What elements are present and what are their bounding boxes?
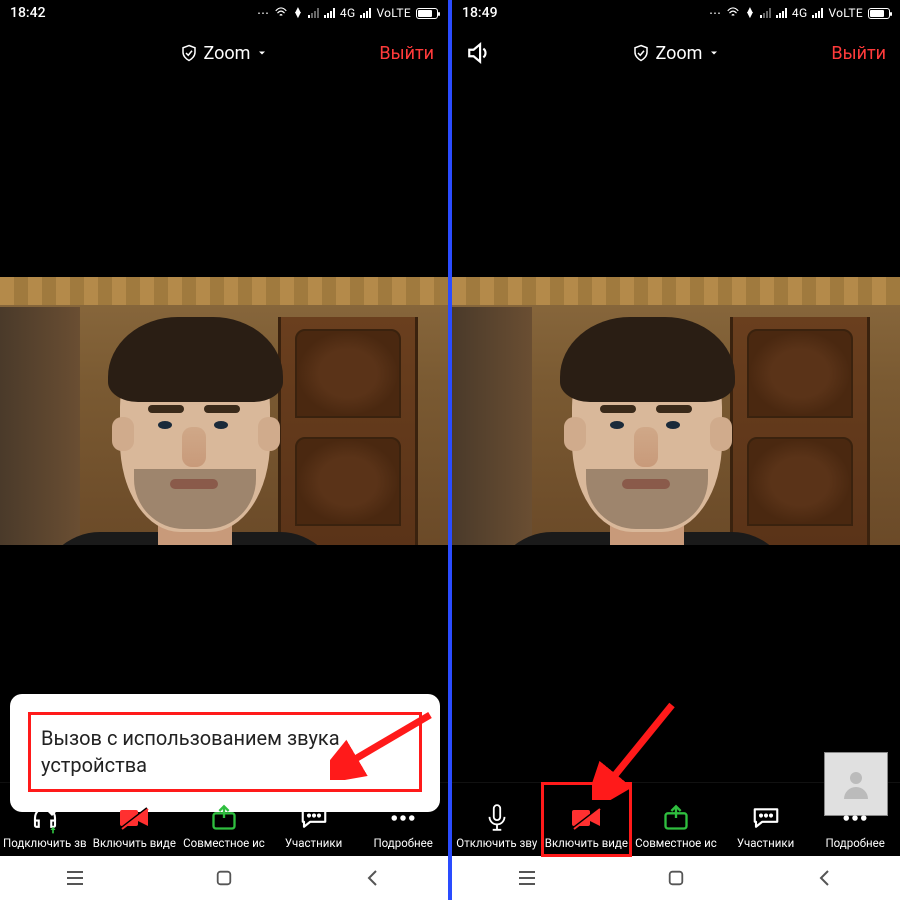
meeting-header: Zoom Выйти bbox=[452, 26, 900, 80]
nav-home-button[interactable] bbox=[209, 863, 239, 893]
status-bar: 18:42 ⋯ ▲▼ 4G VoLTE bbox=[0, 0, 448, 26]
start-video-button[interactable]: Включить виде bbox=[542, 783, 632, 856]
battery-icon bbox=[416, 8, 438, 19]
nav-back-button[interactable] bbox=[810, 863, 840, 893]
volte-label: VoLTE bbox=[828, 6, 863, 20]
battery-icon bbox=[868, 8, 890, 19]
signal-2-icon bbox=[776, 8, 787, 18]
share-icon bbox=[210, 803, 238, 833]
title-dropdown[interactable]: Zoom bbox=[546, 43, 806, 64]
meeting-header: Zoom Выйти bbox=[0, 26, 448, 80]
android-nav-bar bbox=[0, 856, 448, 900]
wifi-icon bbox=[274, 6, 288, 21]
more-indicator-icon: ⋯ bbox=[709, 6, 721, 20]
status-time: 18:42 bbox=[10, 5, 46, 21]
signal-1-icon bbox=[308, 8, 319, 18]
camera-feed bbox=[0, 277, 448, 545]
volte-label: VoLTE bbox=[376, 6, 411, 20]
chevron-down-icon bbox=[708, 47, 720, 59]
status-bar: 18:49 ⋯ ▲▼ 4G VoLTE bbox=[452, 0, 900, 26]
video-off-icon bbox=[118, 803, 150, 833]
speaker-button[interactable] bbox=[466, 40, 546, 66]
leave-button[interactable]: Выйти bbox=[354, 43, 434, 64]
mute-audio-button[interactable]: Отключить зву bbox=[452, 783, 542, 856]
android-nav-bar bbox=[452, 856, 900, 900]
share-icon bbox=[662, 803, 690, 833]
nav-recent-button[interactable] bbox=[60, 863, 90, 893]
title-text: Zoom bbox=[204, 43, 251, 64]
video-area[interactable] bbox=[452, 80, 900, 782]
chevron-down-icon bbox=[256, 47, 268, 59]
network-label: 4G bbox=[340, 6, 356, 20]
signal-3-icon bbox=[812, 8, 823, 18]
share-button[interactable]: Совместное ис bbox=[631, 783, 721, 856]
video-area[interactable] bbox=[0, 80, 448, 782]
speaker-icon bbox=[466, 40, 492, 66]
more-indicator-icon: ⋯ bbox=[257, 6, 269, 20]
more-icon bbox=[388, 803, 418, 833]
toolbar: Отключить зву Включить виде Совместное и… bbox=[452, 782, 900, 856]
join-audio-button[interactable]: Подключить зв bbox=[0, 783, 90, 856]
right-screenshot: 18:49 ⋯ ▲▼ 4G VoLTE Zoom bbox=[452, 0, 900, 900]
title-text: Zoom bbox=[656, 43, 703, 64]
leave-button[interactable]: Выйти bbox=[806, 43, 886, 64]
nav-back-button[interactable] bbox=[358, 863, 388, 893]
nav-home-button[interactable] bbox=[661, 863, 691, 893]
camera-feed bbox=[452, 277, 900, 545]
chat-icon bbox=[299, 803, 329, 833]
start-video-button[interactable]: Включить виде bbox=[90, 783, 180, 856]
signal-3-icon bbox=[360, 8, 371, 18]
more-icon bbox=[840, 803, 870, 833]
more-button[interactable]: Подробнее bbox=[358, 783, 448, 856]
chat-icon bbox=[751, 803, 781, 833]
title-dropdown[interactable]: Zoom bbox=[94, 43, 354, 64]
video-off-icon bbox=[570, 803, 602, 833]
data-arrows-icon: ▲▼ bbox=[745, 8, 755, 18]
mic-icon bbox=[484, 803, 510, 833]
left-screenshot: 18:42 ⋯ ▲▼ 4G VoLTE Zoom bbox=[0, 0, 448, 900]
network-label: 4G bbox=[792, 6, 808, 20]
share-button[interactable]: Совместное ис bbox=[179, 783, 269, 856]
participants-button[interactable]: Участники bbox=[721, 783, 811, 856]
more-button[interactable]: Подробнее bbox=[810, 783, 900, 856]
data-arrows-icon: ▲▼ bbox=[293, 8, 303, 18]
signal-2-icon bbox=[324, 8, 335, 18]
status-time: 18:49 bbox=[462, 5, 498, 21]
participants-button[interactable]: Участники bbox=[269, 783, 359, 856]
nav-recent-button[interactable] bbox=[512, 863, 542, 893]
audio-popup-text: Вызов с использованием звука устройства bbox=[28, 712, 422, 792]
signal-1-icon bbox=[760, 8, 771, 18]
shield-icon bbox=[632, 44, 650, 62]
wifi-icon bbox=[726, 6, 740, 21]
headset-icon bbox=[30, 803, 60, 833]
shield-icon bbox=[180, 44, 198, 62]
toolbar: Подключить зв Включить виде Совместное и… bbox=[0, 782, 448, 856]
